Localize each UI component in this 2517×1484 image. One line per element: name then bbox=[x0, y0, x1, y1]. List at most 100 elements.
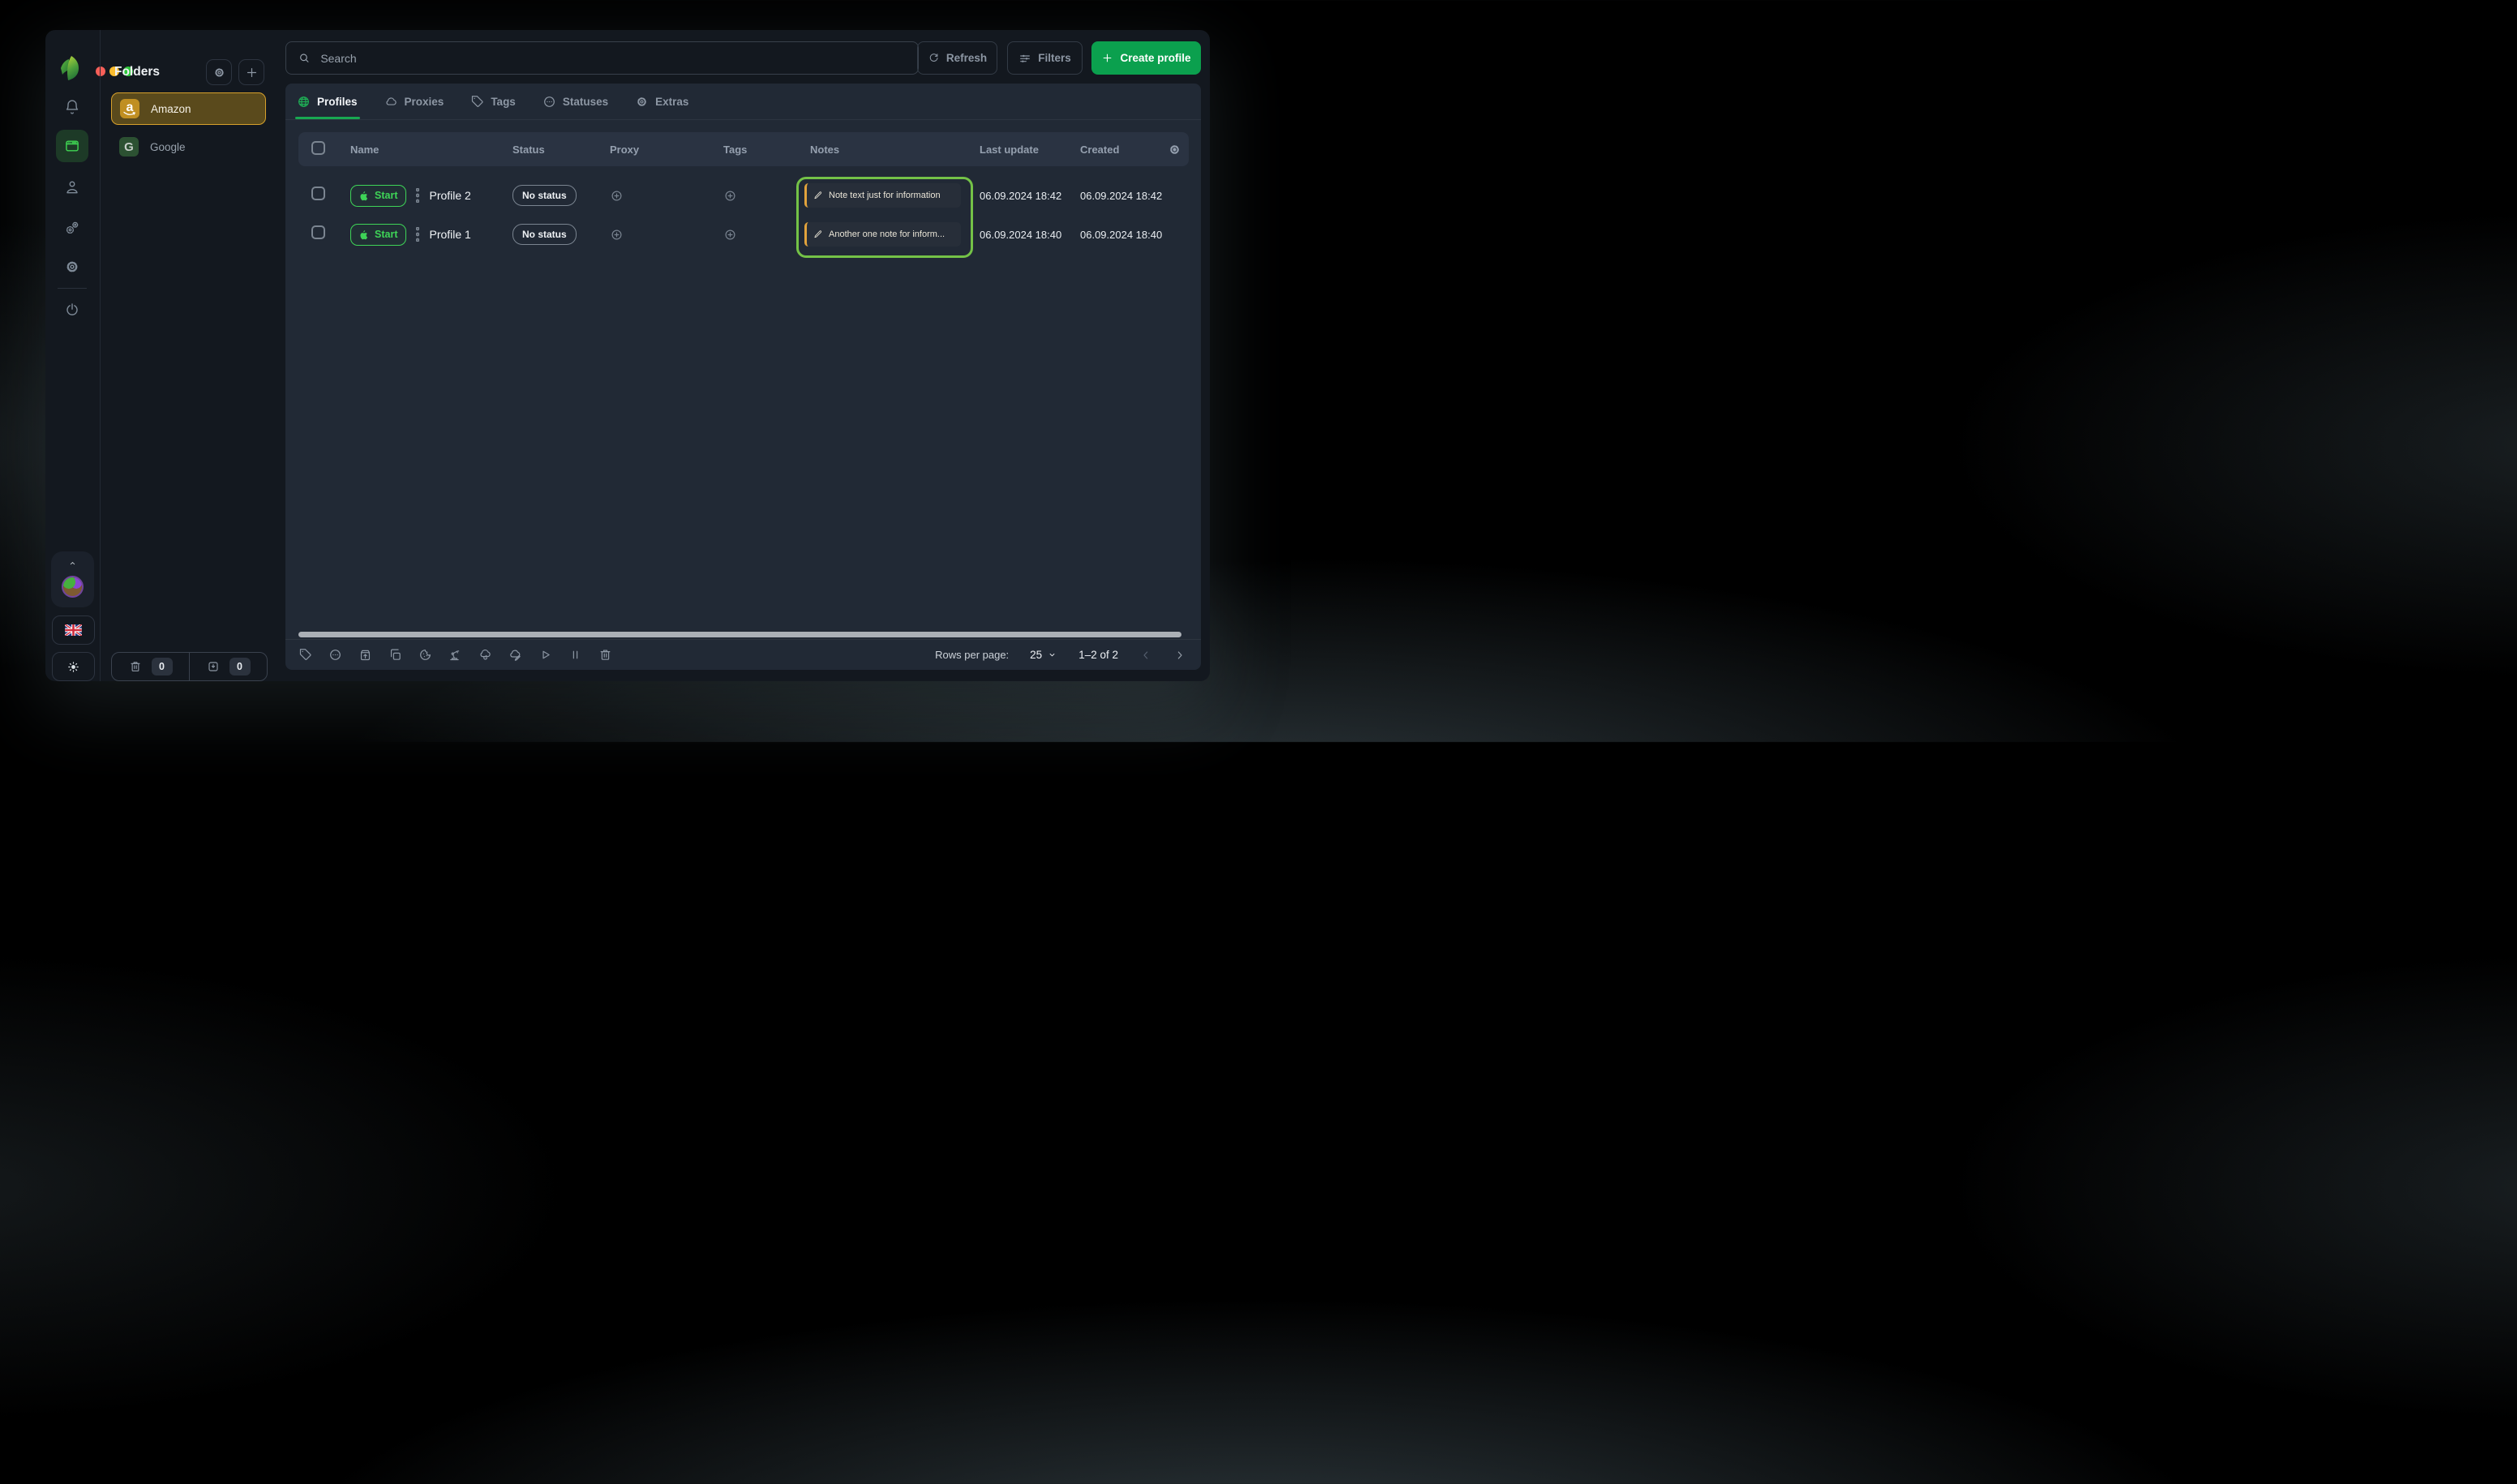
import-count: 0 bbox=[229, 658, 251, 676]
chevron-up-icon bbox=[66, 558, 79, 568]
select-all-checkbox[interactable] bbox=[311, 141, 325, 155]
active-tab-indicator bbox=[295, 117, 360, 119]
refresh-button[interactable]: Refresh bbox=[917, 41, 997, 75]
created-value: 06.09.2024 18:40 bbox=[1080, 228, 1163, 241]
pagination: Rows per page: 25 1–2 of 2 bbox=[935, 649, 1201, 662]
column-header-notes[interactable]: Notes bbox=[804, 144, 980, 156]
sidebar-item-profiles-browser[interactable] bbox=[56, 130, 88, 162]
rail-divider bbox=[58, 288, 87, 289]
plus-icon bbox=[247, 67, 256, 77]
table-row: Start Profile 2 No status Note text just… bbox=[298, 176, 1189, 215]
trash-counter[interactable]: 0 bbox=[112, 653, 189, 680]
chevron-down-icon bbox=[1049, 653, 1055, 657]
tag-icon[interactable] bbox=[298, 648, 312, 662]
folder-counters: 0 0 bbox=[111, 652, 268, 681]
sidebar-item-settings-gear-icon[interactable] bbox=[64, 259, 80, 275]
theme-toggle-button[interactable] bbox=[52, 652, 95, 681]
start-profile-button[interactable]: Start bbox=[350, 184, 407, 207]
row-checkbox[interactable] bbox=[311, 225, 325, 239]
horizontal-scrollbar[interactable] bbox=[298, 632, 1181, 637]
note-text: Another one note for inform... bbox=[829, 229, 945, 239]
search-icon bbox=[300, 54, 309, 62]
create-profile-label: Create profile bbox=[1120, 52, 1191, 64]
tab-label: Tags bbox=[491, 95, 516, 108]
rows-per-page-select[interactable]: 25 bbox=[1030, 649, 1057, 661]
notifications-bell-icon[interactable] bbox=[64, 99, 80, 115]
amazon-folder-icon: a bbox=[120, 99, 139, 118]
column-header-status[interactable]: Status bbox=[512, 144, 610, 156]
pause-icon[interactable] bbox=[568, 648, 582, 662]
automation-arm-icon[interactable] bbox=[448, 648, 462, 662]
previous-page-icon[interactable] bbox=[1139, 649, 1152, 662]
note-text: Note text just for information bbox=[829, 191, 941, 200]
sidebar-rail bbox=[45, 30, 101, 681]
table-header: Name Status Proxy Tags Notes Last update… bbox=[298, 132, 1189, 166]
tab-label: Proxies bbox=[404, 95, 444, 108]
search-input[interactable] bbox=[319, 50, 907, 66]
row-menu-kebab-icon[interactable] bbox=[416, 227, 420, 242]
tab-extras[interactable]: Extras bbox=[635, 95, 688, 109]
tab-label: Profiles bbox=[317, 95, 358, 108]
cloud-edit-icon[interactable] bbox=[508, 648, 522, 662]
table-footer: Rows per page: 25 1–2 of 2 bbox=[285, 639, 1201, 670]
tab-statuses[interactable]: Statuses bbox=[542, 95, 608, 109]
tab-profiles[interactable]: Profiles bbox=[297, 95, 358, 109]
sidebar-item-account-icon[interactable] bbox=[64, 179, 80, 195]
play-icon[interactable] bbox=[538, 648, 552, 662]
folder-item-amazon[interactable]: a Amazon bbox=[111, 92, 266, 125]
next-page-icon[interactable] bbox=[1173, 649, 1186, 662]
sidebar-item-automation-icon[interactable] bbox=[64, 220, 80, 236]
tab-proxies[interactable]: Proxies bbox=[384, 95, 444, 109]
status-dots-icon[interactable] bbox=[328, 648, 342, 662]
cloud-icon bbox=[385, 97, 397, 105]
export-icon[interactable] bbox=[358, 648, 372, 662]
create-profile-button[interactable]: Create profile bbox=[1091, 41, 1201, 75]
add-tag-icon[interactable] bbox=[723, 189, 737, 203]
column-settings-gear-icon[interactable] bbox=[1168, 143, 1181, 157]
column-header-last-update[interactable]: Last update bbox=[980, 144, 1080, 156]
trash-icon bbox=[130, 662, 140, 671]
rows-per-page-label: Rows per page: bbox=[935, 649, 1010, 661]
language-flag-button[interactable] bbox=[52, 615, 95, 645]
profile-name[interactable]: Profile 2 bbox=[429, 189, 470, 202]
gear-icon bbox=[214, 67, 224, 77]
add-folder-button[interactable] bbox=[238, 59, 264, 85]
add-proxy-icon[interactable] bbox=[610, 228, 624, 242]
pencil-icon bbox=[814, 191, 822, 199]
uk-flag-icon bbox=[65, 624, 82, 636]
filters-icon bbox=[1020, 54, 1031, 62]
pagination-range: 1–2 of 2 bbox=[1078, 649, 1118, 661]
note-chip[interactable]: Note text just for information bbox=[804, 183, 961, 208]
profile-name[interactable]: Profile 1 bbox=[429, 228, 470, 241]
avatar[interactable] bbox=[62, 576, 84, 598]
column-header-created[interactable]: Created bbox=[1080, 144, 1168, 156]
trash-icon[interactable] bbox=[598, 648, 612, 662]
add-proxy-icon[interactable] bbox=[610, 189, 624, 203]
last-update-value: 06.09.2024 18:42 bbox=[980, 189, 1062, 202]
status-badge[interactable]: No status bbox=[512, 185, 577, 206]
row-checkbox[interactable] bbox=[311, 187, 325, 200]
tab-tags[interactable]: Tags bbox=[470, 95, 516, 109]
search-bar[interactable] bbox=[285, 41, 919, 75]
cookie-icon[interactable] bbox=[418, 648, 432, 662]
folders-settings-button[interactable] bbox=[206, 59, 232, 85]
column-header-proxy[interactable]: Proxy bbox=[610, 144, 723, 156]
add-tag-icon[interactable] bbox=[723, 228, 737, 242]
start-profile-button[interactable]: Start bbox=[350, 223, 407, 246]
apple-icon bbox=[360, 191, 368, 200]
column-header-tags[interactable]: Tags bbox=[723, 144, 804, 156]
import-counter[interactable]: 0 bbox=[189, 653, 267, 680]
refresh-icon bbox=[929, 54, 938, 62]
status-badge[interactable]: No status bbox=[512, 224, 577, 245]
cloud-sync-icon[interactable] bbox=[478, 648, 492, 662]
row-menu-kebab-icon[interactable] bbox=[416, 188, 420, 203]
copy-icon[interactable] bbox=[388, 648, 402, 662]
column-header-name[interactable]: Name bbox=[350, 144, 512, 156]
filters-button[interactable]: Filters bbox=[1007, 41, 1083, 75]
power-icon[interactable] bbox=[64, 302, 80, 318]
user-menu[interactable] bbox=[51, 551, 94, 607]
table-row: Start Profile 1 No status Another one no… bbox=[298, 215, 1189, 254]
note-chip[interactable]: Another one note for inform... bbox=[804, 222, 961, 247]
folder-item-google[interactable]: G Google bbox=[111, 131, 266, 163]
tab-label: Extras bbox=[655, 95, 689, 108]
